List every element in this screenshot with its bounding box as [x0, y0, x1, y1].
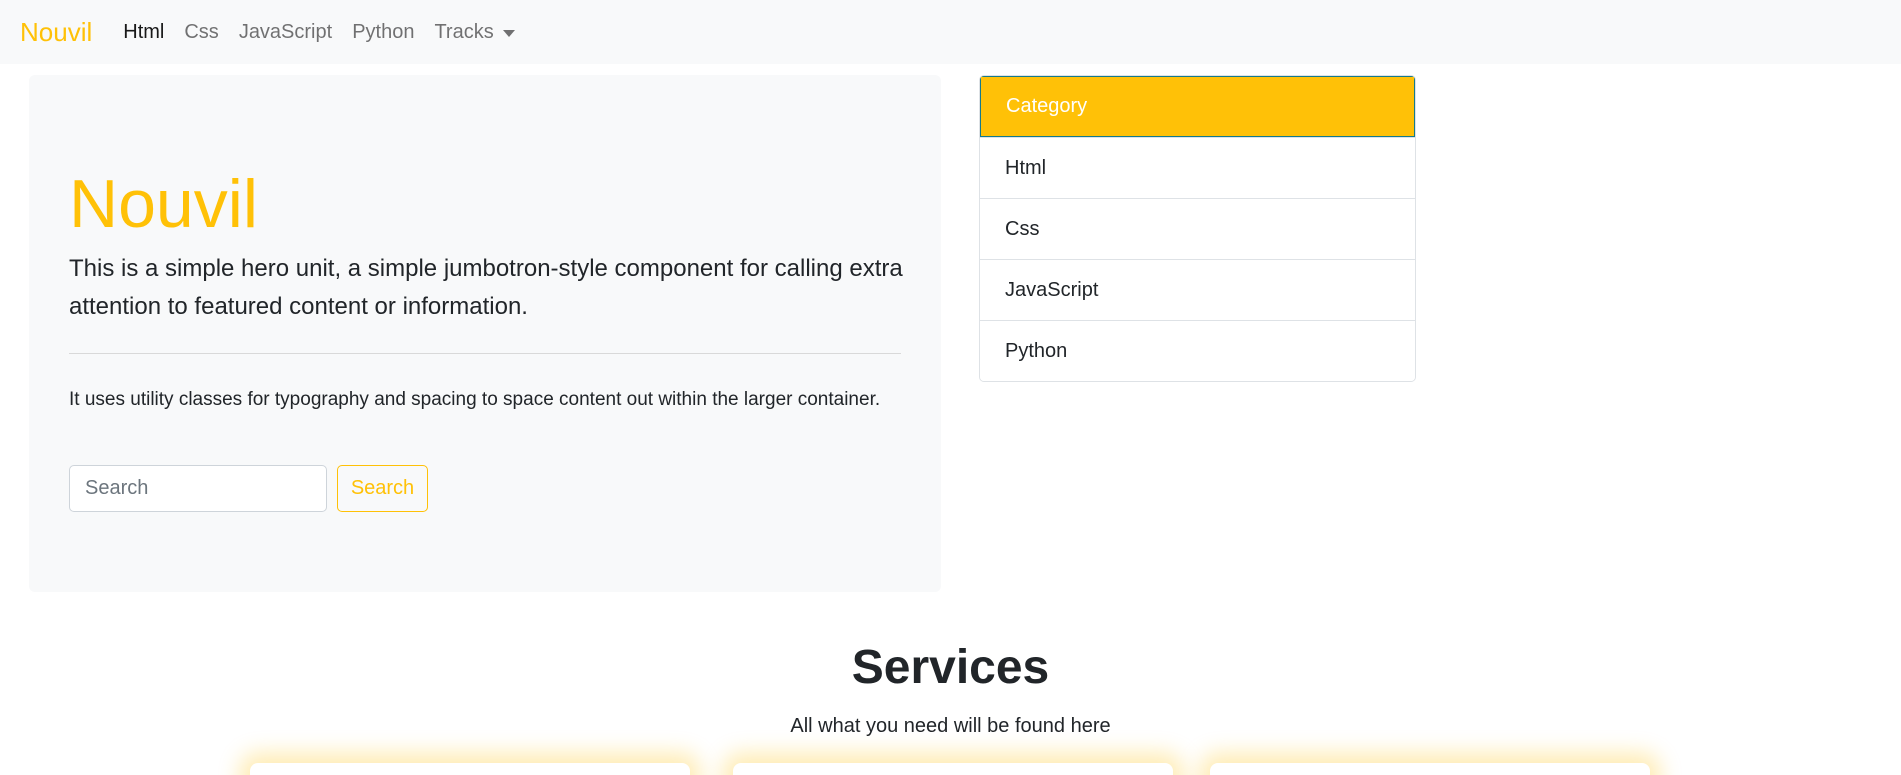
category-item-javascript[interactable]: JavaScript [980, 259, 1415, 320]
nav-dropdown-tracks[interactable]: Tracks [434, 20, 515, 44]
nav-link-css[interactable]: Css [184, 21, 218, 44]
search-button[interactable]: Search [337, 465, 428, 512]
caret-down-icon [502, 29, 515, 37]
category-item-html[interactable]: Html [980, 137, 1415, 198]
hero-jumbotron: Nouvil This is a simple hero unit, a sim… [29, 75, 941, 592]
hero-divider [69, 353, 901, 354]
navbar: Nouvil Html Css JavaScript Python Tracks [0, 0, 1901, 64]
category-list: Category Html Css JavaScript Python [979, 75, 1416, 382]
nav-link-javascript[interactable]: JavaScript [239, 21, 332, 44]
hero-title: Nouvil [69, 166, 258, 242]
category-item-css[interactable]: Css [980, 198, 1415, 259]
brand-link[interactable]: Nouvil [20, 17, 92, 48]
hero-text: It uses utility classes for typography a… [69, 389, 881, 410]
service-card [250, 763, 690, 775]
nav-link-python[interactable]: Python [352, 21, 414, 44]
services-subtitle: All what you need will be found here [790, 715, 1111, 737]
nav-dropdown-tracks-label: Tracks [434, 20, 494, 43]
category-item-python[interactable]: Python [980, 320, 1415, 381]
search-input[interactable] [69, 465, 327, 512]
services-title: Services [851, 641, 1050, 694]
service-card [1210, 763, 1650, 775]
service-card [733, 763, 1173, 775]
category-header[interactable]: Category [980, 76, 1415, 137]
nav-link-html[interactable]: Html [123, 21, 164, 44]
hero-lead: This is a simple hero unit, a simple jum… [69, 255, 903, 320]
